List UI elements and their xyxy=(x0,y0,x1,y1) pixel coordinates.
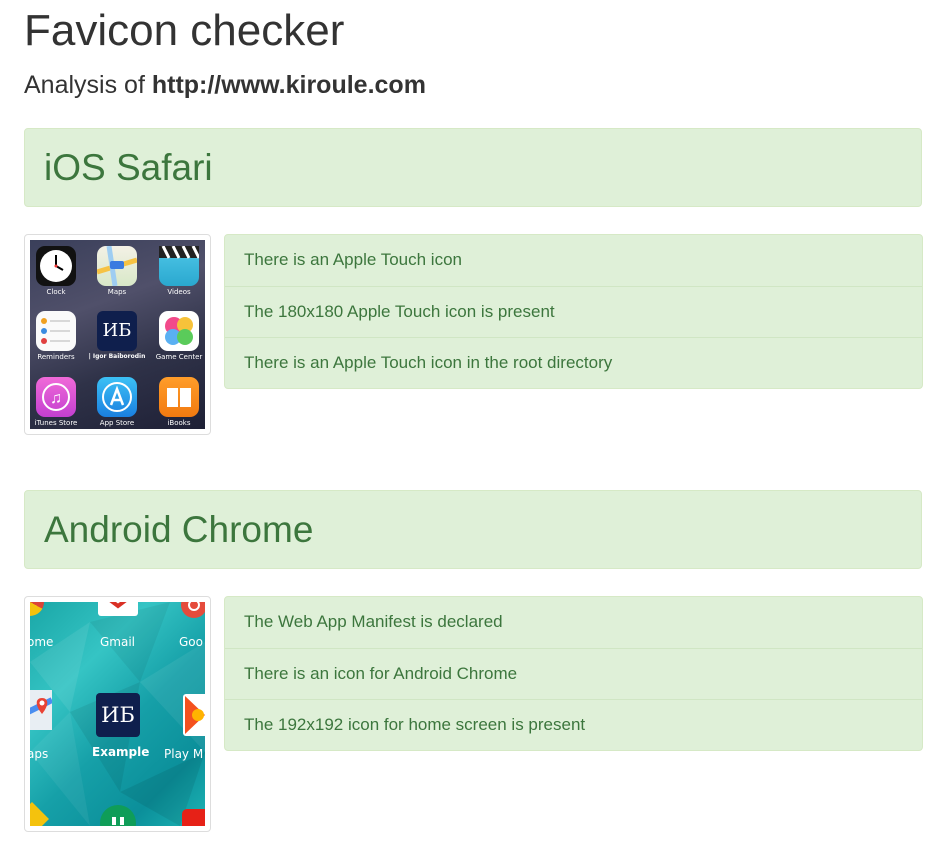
check-item: The Web App Manifest is declared xyxy=(244,612,503,631)
ios-safari-title: iOS Safari xyxy=(44,147,213,188)
ios-safari-header: iOS Safari xyxy=(24,128,922,207)
hangouts-icon xyxy=(100,805,136,826)
videos-icon xyxy=(159,245,201,286)
analysis-subtitle: Analysis of http://www.kiroule.com xyxy=(24,70,426,100)
svg-text:♫: ♫ xyxy=(50,390,62,407)
site-favicon: ИБ xyxy=(97,311,137,351)
play-movies-icon xyxy=(183,694,205,736)
app-label: iTunes Store xyxy=(34,419,78,427)
app-label: aps xyxy=(30,747,49,761)
app-label: Videos xyxy=(167,288,191,296)
app-store-icon xyxy=(97,377,137,417)
android-checks-list: The Web App Manifest is declared There i… xyxy=(224,596,923,751)
ibooks-icon xyxy=(159,377,199,417)
ios-checks-list: There is an Apple Touch icon The 180x180… xyxy=(224,234,923,389)
ios-preview: Clock Maps Videos Reminders ИБ | Igor Ba… xyxy=(24,234,211,435)
page-title: Favicon checker xyxy=(24,6,345,55)
clock-icon xyxy=(36,246,76,286)
app-label: Game Center xyxy=(155,353,203,361)
gmail-icon xyxy=(98,602,138,616)
app-label: ome xyxy=(30,635,54,649)
android-chrome-header: Android Chrome xyxy=(24,490,922,569)
check-item: The 192x192 icon for home screen is pres… xyxy=(225,699,922,750)
google-plus-icon xyxy=(181,602,205,618)
site-favicon: ИБ xyxy=(96,693,140,737)
analysis-url: http://www.kiroule.com xyxy=(151,71,426,99)
app-label: Example xyxy=(92,745,150,759)
app-label: Gmail xyxy=(100,635,136,649)
app-label: iBooks xyxy=(167,419,191,427)
app-label: | Igor Baiborodin xyxy=(88,353,146,360)
android-homescreen: ome Gmail Goo ИБ aps Example Play M xyxy=(30,602,205,826)
reminders-icon xyxy=(36,311,76,351)
ios-homescreen: Clock Maps Videos Reminders ИБ | Igor Ba… xyxy=(30,240,205,429)
check-item: There is an icon for Android Chrome xyxy=(225,648,922,699)
page: Favicon checker Analysis of http://www.k… xyxy=(0,0,952,849)
check-item: The 180x180 Apple Touch icon is present xyxy=(225,286,922,337)
check-item: There is an Apple Touch icon in the root… xyxy=(225,337,922,388)
game-center-icon xyxy=(159,311,199,351)
app-label: Maps xyxy=(107,288,127,296)
app-label: Play M xyxy=(164,747,204,761)
youtube-icon xyxy=(182,809,205,826)
app-label: Goo xyxy=(179,635,203,649)
app-label: Reminders xyxy=(37,353,75,361)
maps-icon xyxy=(30,690,54,730)
check-item: There is an Apple Touch icon xyxy=(244,250,462,269)
maps-icon xyxy=(96,245,138,287)
app-label: Clock xyxy=(46,288,66,296)
itunes-icon: ♫ xyxy=(36,377,76,417)
analysis-prefix: Analysis of xyxy=(24,71,152,99)
app-label: App Store xyxy=(99,419,135,427)
android-preview: ome Gmail Goo ИБ aps Example Play M xyxy=(24,596,211,832)
android-chrome-title: Android Chrome xyxy=(44,509,314,550)
